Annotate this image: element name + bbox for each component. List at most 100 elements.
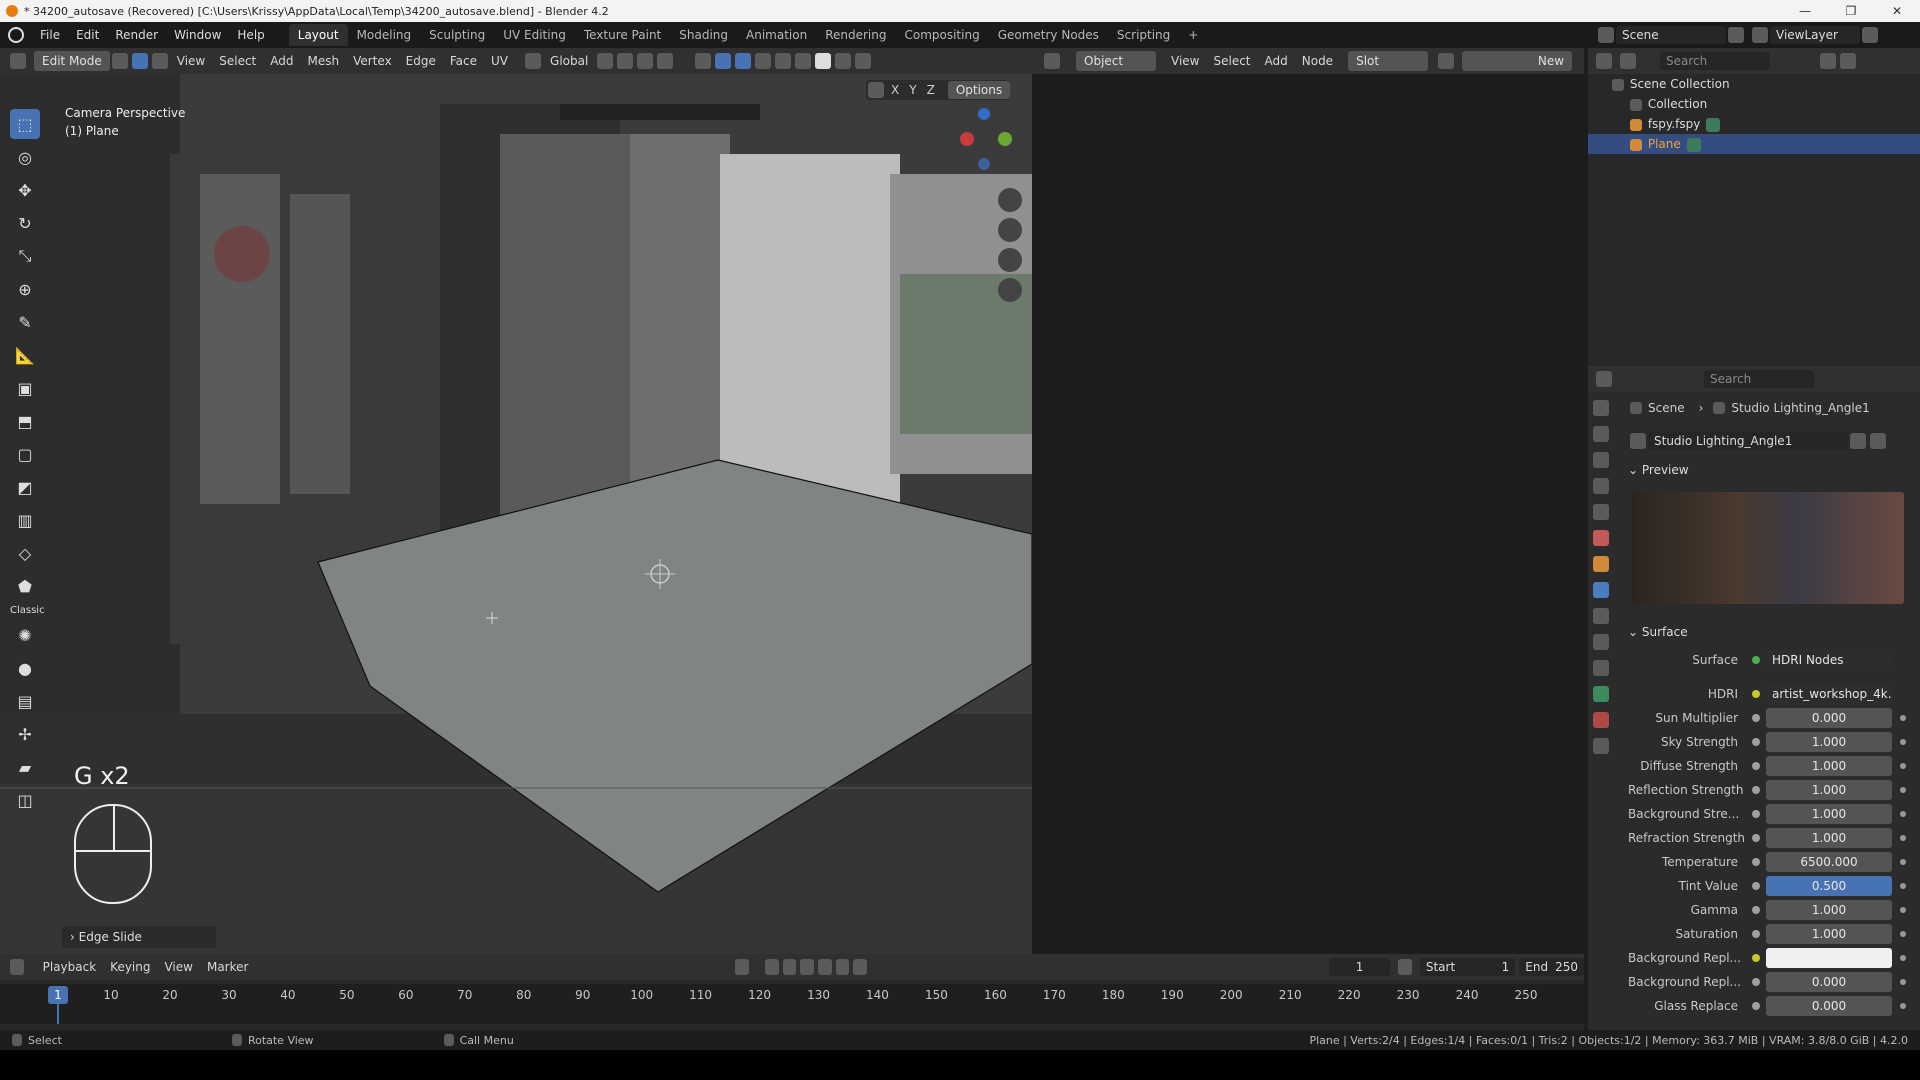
new-scene-icon[interactable]	[1728, 27, 1744, 43]
overlay-icon[interactable]	[735, 53, 752, 69]
surface-section-header[interactable]: ⌄ Surface	[1628, 620, 1918, 644]
object-tab-icon[interactable]	[1593, 556, 1609, 572]
tab-layout[interactable]: Layout	[288, 24, 348, 46]
keyframe-dot-icon[interactable]	[1900, 1003, 1906, 1009]
zoom-icon[interactable]	[998, 188, 1022, 212]
menu-add[interactable]: Add	[263, 54, 300, 68]
keyframe-dot-icon[interactable]	[1900, 763, 1906, 769]
add-cube-tool-icon[interactable]: ▣	[10, 373, 40, 403]
world-tab-icon[interactable]	[1593, 530, 1609, 546]
menu-marker[interactable]: Marker	[200, 960, 255, 974]
wireframe-shading-icon[interactable]	[795, 53, 812, 69]
keyframe-dot-icon[interactable]	[1900, 715, 1906, 721]
inset-tool-icon[interactable]: ▢	[10, 439, 40, 469]
outliner-collection[interactable]: Collection	[1588, 94, 1920, 114]
duplicate-icon[interactable]	[1870, 433, 1886, 449]
property-value-field[interactable]: 0.500	[1766, 876, 1892, 896]
xray-icon[interactable]	[775, 53, 792, 69]
shader-editor-canvas[interactable]	[1036, 74, 1584, 954]
solid-shading-icon[interactable]	[815, 53, 832, 69]
move-tool-icon[interactable]: ✥	[10, 175, 40, 205]
poly-build-tool-icon[interactable]: ⬟	[10, 571, 40, 601]
menu-playback[interactable]: Playback	[36, 960, 104, 974]
face-select-icon[interactable]	[151, 53, 168, 69]
blender-menu-icon[interactable]	[8, 27, 24, 43]
new-collection-icon[interactable]	[1840, 53, 1856, 69]
start-frame-field[interactable]: Start 1	[1419, 958, 1516, 976]
modifier-tab-icon[interactable]	[1593, 582, 1609, 598]
proportional-icon[interactable]	[657, 53, 674, 69]
property-value-field[interactable]: 0.000	[1766, 996, 1892, 1016]
preview-section-header[interactable]: ⌄ Preview	[1628, 458, 1918, 482]
menu-keying[interactable]: Keying	[103, 960, 157, 974]
keyframe-dot-icon[interactable]	[1900, 787, 1906, 793]
new-material-button[interactable]: New	[1462, 51, 1573, 71]
visibility-icon[interactable]	[695, 53, 712, 69]
property-value-field[interactable]: 0.000	[1766, 972, 1892, 992]
property-value-field[interactable]: 1.000	[1766, 756, 1892, 776]
vertex-select-icon[interactable]	[111, 53, 128, 69]
axis-y-toggle[interactable]: Y	[904, 83, 921, 97]
smooth-tool-icon[interactable]: ●	[10, 653, 40, 683]
operator-panel[interactable]: › Edge Slide	[62, 926, 216, 948]
gizmo-icon[interactable]	[715, 53, 732, 69]
jump-start-icon[interactable]	[765, 959, 779, 975]
options-dropdown[interactable]: Options	[947, 81, 1011, 99]
keyframe-dot-icon[interactable]	[1900, 931, 1906, 937]
constraints-tab-icon[interactable]	[1593, 660, 1609, 676]
axis-z-toggle[interactable]: Z	[922, 83, 940, 97]
tool-tab-icon[interactable]	[1593, 400, 1609, 416]
render-tab-icon[interactable]	[1593, 426, 1609, 442]
tab-uv-editing[interactable]: UV Editing	[494, 24, 575, 46]
physics-tab-icon[interactable]	[1593, 634, 1609, 650]
z-axis-icon[interactable]	[978, 108, 990, 120]
eye-icon[interactable]	[1872, 118, 1912, 130]
edge-slide-tool-icon[interactable]: ▤	[10, 686, 40, 716]
menu-file[interactable]: File	[32, 22, 68, 48]
menu-view[interactable]: View	[157, 960, 199, 974]
add-workspace-button[interactable]: +	[1179, 24, 1207, 46]
display-mode-icon[interactable]	[1620, 53, 1636, 69]
minimize-button[interactable]: —	[1782, 0, 1828, 22]
orientation-dropdown[interactable]: Global	[543, 54, 595, 68]
pivot-icon[interactable]	[597, 53, 614, 69]
snap-target-icon[interactable]	[637, 53, 654, 69]
editor-type-icon[interactable]	[10, 53, 26, 69]
menu-vertex[interactable]: Vertex	[346, 54, 399, 68]
hdri-image-field[interactable]: artist_workshop_4k.exr....	[1766, 684, 1892, 704]
shrink-fatten-tool-icon[interactable]: ✢	[10, 719, 40, 749]
knife-tool-icon[interactable]: ◇	[10, 538, 40, 568]
jump-keyframe-back-icon[interactable]	[782, 959, 797, 975]
rip-tool-icon[interactable]: ◫	[10, 785, 40, 815]
visibility-toggles-icon[interactable]	[1872, 98, 1912, 110]
scene-tab-icon[interactable]	[1593, 504, 1609, 520]
view-layer-tab-icon[interactable]	[1593, 478, 1609, 494]
close-button[interactable]: ✕	[1874, 0, 1920, 22]
current-frame-field[interactable]: 1	[1328, 958, 1391, 976]
navigation-gizmo[interactable]	[950, 108, 1020, 178]
outliner-search-input[interactable]: Search	[1660, 52, 1770, 70]
select-box-tool-icon[interactable]: ⬚	[10, 109, 40, 139]
object-type-dropdown[interactable]: Object	[1076, 51, 1156, 71]
transform-tool-icon[interactable]: ⊕	[10, 274, 40, 304]
keyframe-dot-icon[interactable]	[1900, 883, 1906, 889]
menu-node[interactable]: Node	[1295, 54, 1340, 68]
spin-tool-icon[interactable]: ✺	[10, 620, 40, 650]
tab-compositing[interactable]: Compositing	[895, 24, 988, 46]
filter-icon[interactable]	[1820, 53, 1836, 69]
keyframe-dot-icon[interactable]	[1900, 907, 1906, 913]
property-value-field[interactable]: 0.000	[1766, 708, 1892, 728]
menu-face[interactable]: Face	[443, 54, 484, 68]
property-value-field[interactable]: 1.000	[1766, 900, 1892, 920]
tab-sculpting[interactable]: Sculpting	[420, 24, 494, 46]
x-axis-icon[interactable]	[960, 132, 974, 146]
outliner-scene-collection[interactable]: Scene Collection	[1588, 74, 1920, 94]
world-name-field[interactable]: Studio Lighting_Angle1	[1648, 432, 1848, 450]
new-view-layer-icon[interactable]	[1862, 27, 1878, 43]
property-value-field[interactable]: 1.000	[1766, 780, 1892, 800]
property-value-field[interactable]	[1766, 948, 1892, 968]
measure-tool-icon[interactable]: 📐	[10, 340, 40, 370]
property-value-field[interactable]: 1.000	[1766, 924, 1892, 944]
properties-search-input[interactable]: Search	[1704, 370, 1814, 388]
keyframe-dot-icon[interactable]	[1900, 835, 1906, 841]
